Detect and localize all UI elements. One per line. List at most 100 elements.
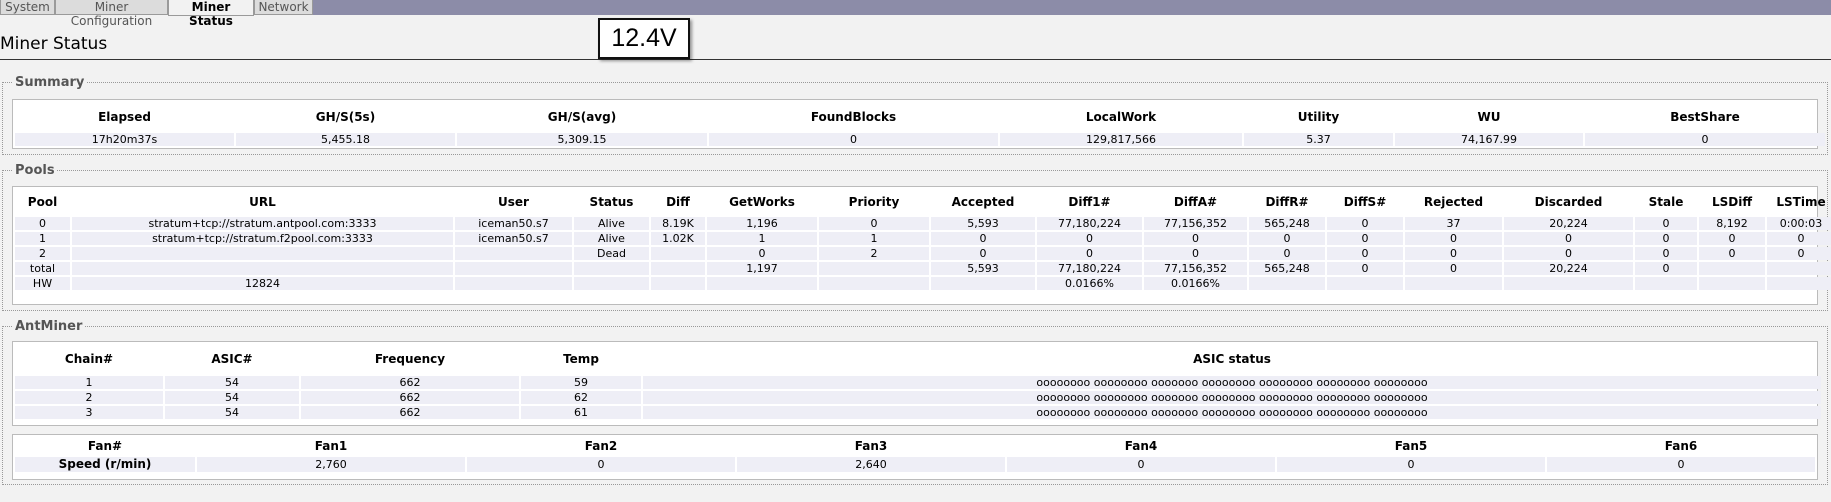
table-cell: 0.0166%: [1144, 277, 1247, 290]
table-cell: 0: [1504, 247, 1633, 260]
fans-speed-row: Speed (r/min) 2,760 0 2,640 0 0 0: [15, 457, 1815, 472]
table-cell: 1: [15, 232, 70, 245]
table-cell: 0: [709, 133, 998, 146]
column-header: Fan4: [1124, 439, 1158, 453]
antminer-legend: AntMiner: [15, 319, 83, 334]
page-title: Miner Status: [0, 34, 108, 54]
table-cell: [1699, 262, 1765, 275]
table-cell: 0: [1635, 247, 1697, 260]
summary-table-box: Elapsed GH/S(5s) GH/S(avg) FoundBlocks Local…: [12, 99, 1825, 149]
table-cell: [574, 262, 649, 275]
column-header: Frequency: [374, 352, 446, 366]
table-cell: [455, 262, 572, 275]
table-cell: 0.0166%: [1037, 277, 1142, 290]
table-cell: [1635, 277, 1697, 290]
table-cell: [1767, 277, 1831, 290]
table-cell: [931, 277, 1035, 290]
table-cell: 1,197: [707, 262, 817, 275]
tab-network[interactable]: Network: [254, 0, 313, 15]
table-cell: [651, 262, 705, 275]
column-header: URL: [249, 195, 276, 209]
column-header: Rejected: [1423, 195, 1484, 209]
table-cell: 77,156,352: [1144, 217, 1247, 230]
table-cell: 54: [165, 406, 299, 419]
pool-row: 1 stratum+tcp://stratum.f2pool.com:3333 ic…: [15, 232, 1831, 245]
pool-row: 0 stratum+tcp://stratum.antpool.com:3333 i…: [15, 217, 1831, 230]
table-cell: 0: [1249, 247, 1325, 260]
tab-miner-configuration[interactable]: Miner Configuration: [55, 0, 168, 28]
table-cell: 0: [707, 247, 817, 260]
table-cell: [707, 277, 817, 290]
table-cell: 0: [1405, 232, 1502, 245]
table-cell: 77,156,352: [1144, 262, 1247, 275]
column-header: Chain#: [64, 352, 114, 366]
table-cell: [1504, 277, 1633, 290]
column-header: Temp: [563, 352, 599, 366]
tab-miner-status[interactable]: Miner Status: [168, 0, 254, 28]
antminer-table: Chain# ASIC# Frequency Temp ASIC status 1 54 6…: [13, 342, 1823, 421]
table-cell: 77,180,224: [1037, 217, 1142, 230]
pool-row: HW 12824 0.0166% 0.0166%: [15, 277, 1831, 290]
column-header: GH/S(avg): [547, 109, 617, 124]
column-header: Fan2: [584, 439, 618, 453]
table-cell: 8.19K: [651, 217, 705, 230]
column-header: BestShare: [1670, 109, 1740, 124]
table-cell: [1327, 277, 1403, 290]
summary-legend: Summary: [15, 75, 85, 90]
table-cell: [574, 277, 649, 290]
table-cell: 54: [165, 391, 299, 404]
table-cell: 12824: [72, 277, 453, 290]
table-cell: 0: [1699, 247, 1765, 260]
table-cell: 5,309.15: [457, 133, 707, 146]
table-cell: 17h20m37s: [15, 133, 234, 146]
table-cell: 0: [1327, 247, 1403, 260]
table-cell: oooooooo oooooooo ooooooo oooooooo ooooo…: [643, 406, 1821, 419]
table-cell: 2: [15, 391, 163, 404]
table-cell: 662: [301, 391, 519, 404]
table-cell: [1405, 277, 1502, 290]
pool-row: total 1,197 5,593 77,180,224 77,156,352 565,2…: [15, 262, 1831, 275]
table-cell: 0: [1007, 457, 1275, 472]
table-cell: 2: [819, 247, 929, 260]
pools-header-row: Pool URL User Status Diff GetWorks Priority Acc…: [15, 189, 1831, 215]
table-cell: 77,180,224: [1037, 262, 1142, 275]
table-cell: 662: [301, 376, 519, 389]
table-cell: 74,167.99: [1395, 133, 1583, 146]
table-cell: 0: [1504, 232, 1633, 245]
column-header: Accepted: [951, 195, 1015, 209]
table-cell: HW: [15, 277, 70, 290]
table-cell: 565,248: [1249, 217, 1325, 230]
column-header: Priority: [848, 195, 900, 209]
pool-row: 2 Dead 0 2 0 0 0 0 0 0 0 0 0 0: [15, 247, 1831, 260]
column-header: User: [498, 195, 529, 209]
table-cell: 0: [1144, 232, 1247, 245]
table-cell: total: [15, 262, 70, 275]
column-header: DiffR#: [1265, 195, 1309, 209]
table-cell: 1: [15, 376, 163, 389]
column-header: Utility: [1297, 109, 1340, 124]
table-cell: 129,817,566: [1000, 133, 1242, 146]
tab-system[interactable]: System: [0, 0, 55, 15]
table-cell: 0: [1327, 262, 1403, 275]
table-cell: oooooooo oooooooo ooooooo oooooooo ooooo…: [643, 376, 1821, 389]
column-header: Discarded: [1534, 195, 1603, 209]
table-cell: [819, 262, 929, 275]
summary-data-row: 17h20m37s 5,455.18 5,309.15 0 129,817,566 5.3…: [15, 133, 1825, 146]
chain-row: 2 54 662 62 oooooooo oooooooo ooooooo oooooo…: [15, 391, 1821, 404]
summary-header-row: Elapsed GH/S(5s) GH/S(avg) FoundBlocks Local…: [15, 102, 1825, 131]
table-cell: [72, 247, 453, 260]
table-cell: Alive: [574, 232, 649, 245]
table-cell: 0: [1405, 262, 1502, 275]
column-header: LSDiff: [1711, 195, 1753, 209]
pools-table: Pool URL User Status Diff GetWorks Priority Acc…: [13, 187, 1831, 292]
table-cell: [455, 247, 572, 260]
table-cell: 61: [521, 406, 641, 419]
table-cell: 0: [931, 247, 1035, 260]
table-cell: [651, 247, 705, 260]
column-header: Fan3: [854, 439, 888, 453]
table-cell: 0: [1635, 217, 1697, 230]
table-cell: 20,224: [1504, 262, 1633, 275]
table-cell: 662: [301, 406, 519, 419]
table-cell: [1249, 277, 1325, 290]
column-header: Fan6: [1664, 439, 1698, 453]
